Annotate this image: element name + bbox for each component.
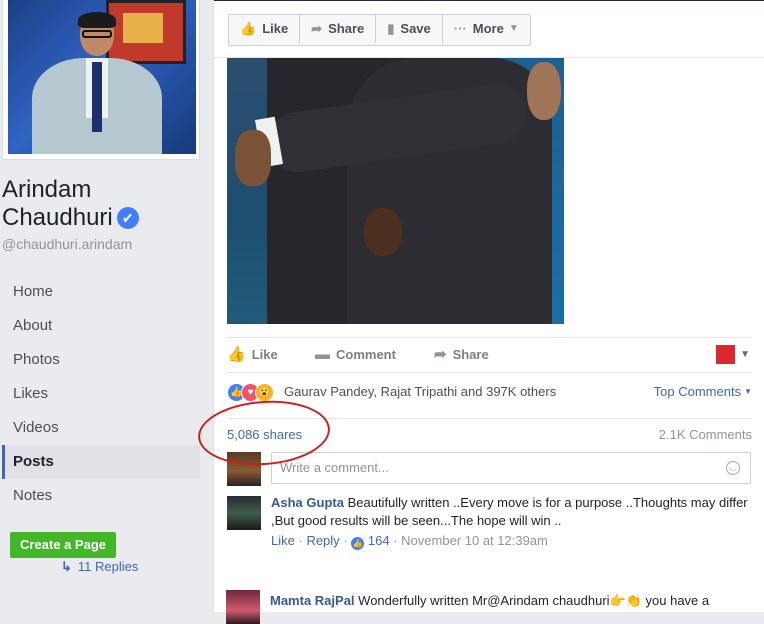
comment-meta: Like · Reply · 👍 164 · November 10 at 12… — [271, 533, 548, 550]
nav-item-likes[interactable]: Likes — [2, 377, 200, 411]
actor-selector[interactable]: ▼ — [716, 345, 750, 364]
like-reaction-icon: 👍 — [351, 537, 365, 550]
page-action-bar: 👍 Like ➦ Share ▮ Save ··· More ▼ — [214, 0, 764, 58]
reaction-summary[interactable]: 👍 ♥ 😮 Gaurav Pandey, Rajat Tripathi and … — [227, 378, 752, 406]
ellipsis-icon: ··· — [453, 21, 467, 36]
person-tie — [92, 62, 102, 132]
post-comment-label: Comment — [336, 347, 396, 362]
page-avatar-icon — [716, 345, 736, 364]
separator: · — [343, 533, 352, 548]
post-action-bar: 👍 Like ▬ Comment ➦ Share ▼ — [227, 337, 752, 373]
post-like-label: Like — [251, 347, 278, 362]
nav-item-photos[interactable]: Photos — [2, 343, 200, 377]
page-more-button[interactable]: ··· More ▼ — [443, 15, 530, 43]
comment-bubble-icon: ▬ — [315, 346, 330, 363]
photo-hand — [527, 62, 561, 120]
reaction-names[interactable]: Gaurav Pandey, Rajat Tripathi and 397K o… — [284, 384, 556, 399]
verified-badge-icon: ✔ — [116, 207, 139, 229]
page-like-label: Like — [262, 21, 289, 36]
left-sidebar: Arindam Chaudhuri ✔ @chaudhuri.arindam Ho… — [0, 0, 213, 612]
nav-item-posts[interactable]: Posts — [2, 445, 200, 479]
page-name-line1: Arindam — [2, 176, 92, 203]
post-like-button[interactable]: 👍 Like — [227, 338, 278, 372]
page-action-group: 👍 Like ➦ Share ▮ Save ··· More ▼ — [228, 14, 531, 46]
nav-item-about[interactable]: About — [2, 309, 200, 343]
separator: · — [393, 533, 402, 548]
page-more-label: More — [472, 21, 504, 36]
page-share-button[interactable]: ➦ Share — [300, 15, 377, 43]
post-share-label: Share — [452, 347, 489, 362]
page-save-label: Save — [400, 21, 431, 36]
comment-body: Mamta RajPal Wonderfully written Mr@Arin… — [270, 592, 750, 610]
comment-text: Wonderfully written Mr@Arindam chaudhuri… — [354, 593, 710, 608]
replies-label: 11 Replies — [77, 559, 139, 574]
post-photo[interactable] — [227, 58, 564, 324]
share-arrow-icon: ➦ — [311, 21, 323, 36]
comment-sort-label: Top Comments — [653, 384, 742, 399]
thumbs-up-icon: 👍 — [240, 21, 257, 36]
comment-author[interactable]: Asha Gupta — [271, 495, 344, 510]
avatar[interactable] — [227, 496, 261, 530]
page-like-button[interactable]: 👍 Like — [229, 15, 301, 43]
page-username[interactable]: @chaudhuri.arindam — [2, 236, 132, 252]
chevron-down-icon: ▼ — [740, 349, 750, 360]
painting — [106, 0, 186, 64]
page-title[interactable]: Arindam Chaudhuri ✔ — [2, 176, 202, 232]
chevron-down-icon: ▼ — [508, 23, 519, 34]
page-nav: Home About Photos Likes Videos Posts Not… — [2, 275, 200, 513]
view-replies-link[interactable]: ↳ 11 Replies — [61, 559, 138, 575]
person-hair — [78, 12, 116, 28]
nav-item-home[interactable]: Home — [2, 275, 200, 309]
thumbs-up-icon: 👍 — [227, 346, 246, 363]
comment-like-link[interactable]: Like — [271, 533, 295, 548]
create-page-button[interactable]: Create a Page — [10, 532, 116, 558]
post-share-button[interactable]: ➦ Share — [434, 338, 489, 372]
comment-body: Asha Gupta Beautifully written ..Every m… — [271, 494, 751, 530]
profile-picture[interactable] — [2, 0, 200, 160]
comment-placeholder: Write a comment... — [280, 460, 389, 475]
person-glasses — [82, 30, 112, 38]
emoji-smile-icon[interactable]: ◡ — [726, 461, 740, 475]
nav-item-videos[interactable]: Videos — [2, 411, 200, 445]
comment-composer: Write a comment... ◡ — [227, 451, 752, 487]
page-save-button[interactable]: ▮ Save — [376, 15, 443, 43]
comment-reply-link[interactable]: Reply — [306, 533, 339, 548]
profile-photo — [8, 0, 196, 154]
page-name-line2: Chaudhuri — [2, 204, 113, 231]
nav-item-notes[interactable]: Notes — [2, 479, 200, 513]
share-arrow-icon: ➦ — [434, 346, 447, 363]
bookmark-icon: ▮ — [387, 21, 395, 36]
comment-author[interactable]: Mamta RajPal — [270, 593, 355, 608]
avatar[interactable] — [226, 590, 260, 624]
page-share-label: Share — [328, 21, 365, 36]
caret-down-icon: ▼ — [744, 387, 752, 396]
comments-count[interactable]: 2.1K Comments — [659, 427, 752, 442]
wow-reaction-icon: 😮 — [255, 383, 274, 402]
comment-like-count[interactable]: 164 — [368, 533, 390, 548]
comment-timestamp[interactable]: November 10 at 12:39am — [401, 533, 548, 548]
post-column: 👍 Like ➦ Share ▮ Save ··· More ▼ 👍 Like … — [213, 0, 764, 612]
comment-input[interactable]: Write a comment... ◡ — [271, 452, 751, 484]
reply-arrow-icon: ↳ — [61, 559, 72, 574]
comment-sort-dropdown[interactable]: Top Comments ▼ — [654, 384, 752, 399]
photo-hand — [364, 208, 402, 256]
photo-hand — [235, 130, 271, 186]
post-comment-button[interactable]: ▬ Comment — [315, 338, 396, 372]
